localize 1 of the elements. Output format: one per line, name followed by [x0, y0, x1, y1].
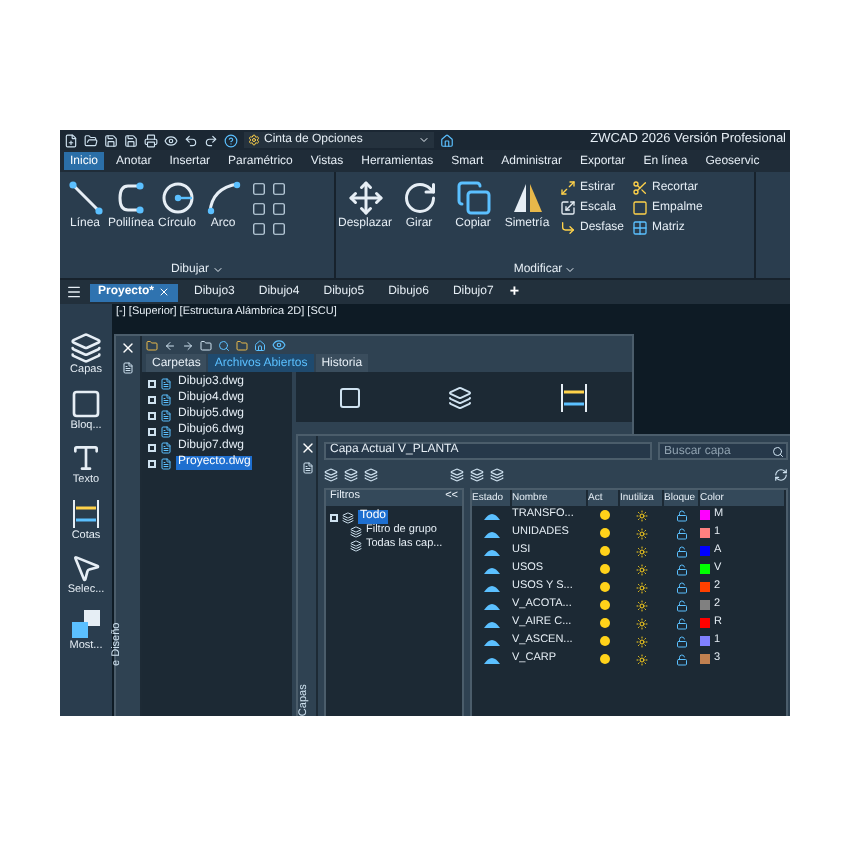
new-tab-button[interactable]: +: [509, 284, 519, 300]
